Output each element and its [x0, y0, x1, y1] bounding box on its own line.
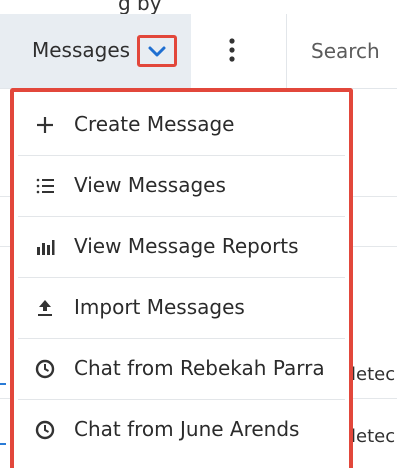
kebab-icon [229, 38, 235, 62]
menu-item-label: View Messages [74, 173, 226, 197]
menu-item-label: Chat from June Arends [74, 417, 300, 441]
menu-item-view-message-reports[interactable]: View Message Reports [18, 217, 345, 278]
more-menu-button[interactable] [190, 14, 287, 88]
row-link-edge [0, 443, 6, 445]
row-status-fragment: letec [351, 426, 396, 447]
messages-tab-label: Messages [32, 38, 131, 62]
search-placeholder: Search [311, 39, 380, 63]
upload-icon [38, 300, 52, 316]
list-icon [36, 178, 54, 194]
menu-item-import-messages[interactable]: Import Messages [18, 278, 345, 339]
menu-item-label: Chat from Rebekah Parra [74, 356, 325, 380]
messages-module-tab[interactable]: Messages [0, 14, 190, 88]
header-fragment: g by [0, 0, 397, 14]
menu-item-label: Create Message [74, 112, 235, 136]
messages-dropdown-menu: Create Message View Messages View Messag… [18, 95, 345, 468]
row-link-edge [0, 383, 6, 385]
clock-icon [35, 420, 55, 440]
header-fragment-text: g by [118, 0, 162, 14]
menu-item-label: View Message Reports [74, 234, 299, 258]
plus-icon [37, 117, 53, 133]
row-status-fragment: letec [351, 364, 396, 385]
clock-icon [35, 359, 55, 379]
messages-dropdown-toggle[interactable] [137, 35, 177, 67]
menu-item-create-message[interactable]: Create Message [18, 95, 345, 156]
menu-item-view-messages[interactable]: View Messages [18, 156, 345, 217]
chevron-down-icon [148, 46, 166, 57]
menu-item-recent-chat[interactable]: Chat from Rebekah Parra [18, 339, 345, 400]
bar-chart-icon [37, 240, 55, 255]
global-search[interactable]: Search [286, 14, 397, 88]
menu-item-label: Import Messages [74, 295, 245, 319]
module-navbar: Messages Search [0, 14, 397, 89]
menu-item-recent-chat[interactable]: Chat from June Arends [18, 400, 345, 460]
